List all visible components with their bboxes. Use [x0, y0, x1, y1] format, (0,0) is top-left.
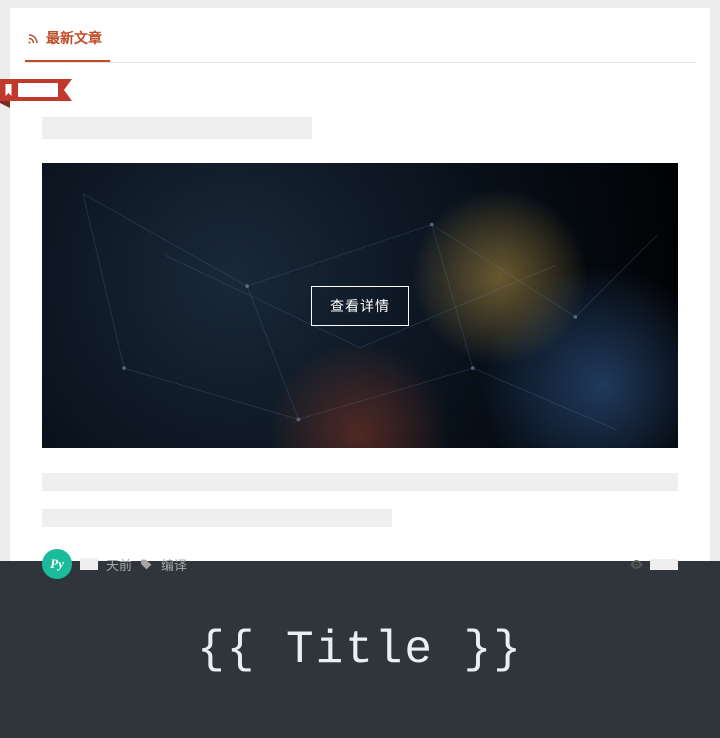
category-ribbon[interactable] [0, 79, 72, 101]
tag-icon [140, 558, 153, 571]
time-value-placeholder [80, 558, 98, 570]
eye-icon [629, 557, 644, 572]
time-suffix: 天前 [106, 555, 132, 574]
tab-label: 最新文章 [46, 28, 102, 48]
view-details-button[interactable]: 查看详情 [311, 286, 409, 326]
ribbon-label [18, 83, 58, 97]
article-excerpt-line-2 [42, 509, 392, 527]
article-title-placeholder [42, 117, 312, 139]
bookmark-icon [4, 84, 13, 96]
author-avatar[interactable]: Py [42, 549, 72, 579]
category-link[interactable]: 编译 [161, 555, 187, 574]
views-placeholder [650, 559, 678, 570]
footer-title: {{ Title }} [197, 624, 523, 676]
article-meta: Py 天前 编译 [42, 549, 678, 579]
content-card: 最新文章 [10, 8, 710, 561]
rss-icon [27, 32, 39, 44]
page-footer: {{ Title }} [0, 561, 720, 738]
tab-latest-articles[interactable]: 最新文章 [25, 28, 110, 62]
article: 查看详情 Py 天前 编译 [24, 63, 696, 579]
article-excerpt-line-1 [42, 473, 678, 491]
article-hero-image[interactable]: 查看详情 [42, 163, 678, 448]
tab-bar: 最新文章 [24, 8, 696, 63]
